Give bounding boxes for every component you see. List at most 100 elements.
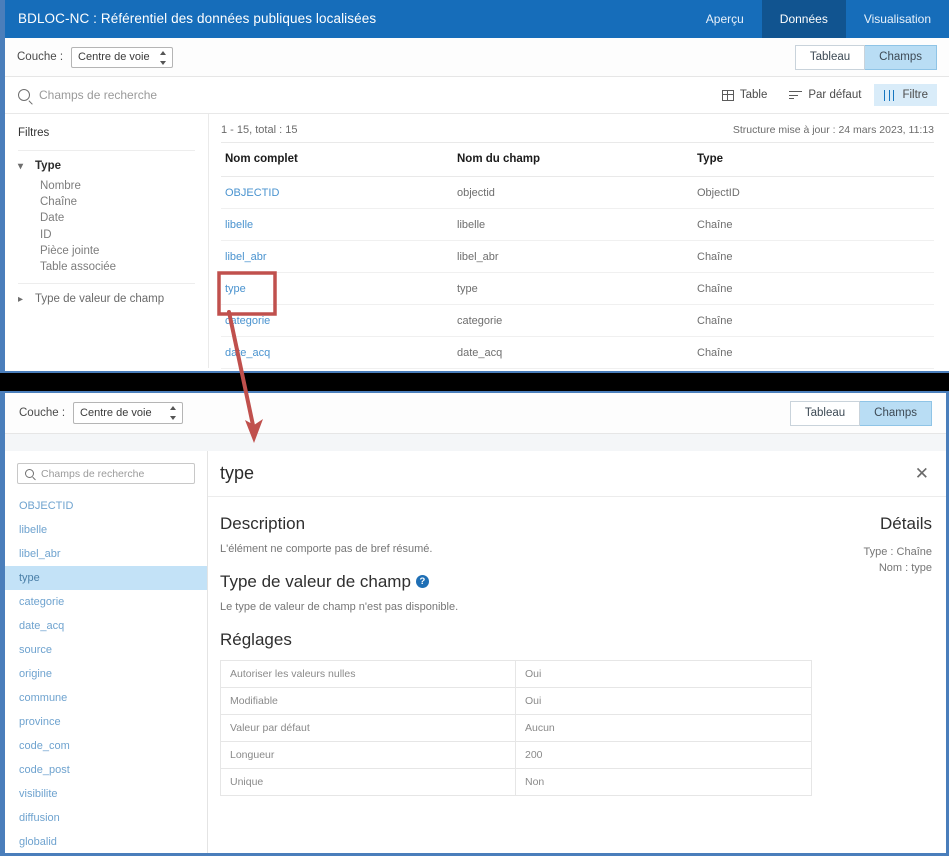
details-name-line: Nom : type <box>878 562 932 574</box>
tab-apercu[interactable]: Aperçu <box>688 0 762 38</box>
cell-type: Chaîne <box>693 272 934 305</box>
bottom-spacer <box>5 434 946 451</box>
list-item[interactable]: diffusion <box>5 806 207 830</box>
record-count: 1 - 15, total : 15 <box>221 124 298 136</box>
table-row[interactable]: libelle libelle Chaîne <box>221 208 934 241</box>
layer-select[interactable]: Centre de voie <box>71 46 174 68</box>
settings-table-body: Autoriser les valeurs nulles Oui Modifia… <box>220 660 812 796</box>
layer-select-value: Centre de voie <box>78 50 150 63</box>
cell-field-name: libelle <box>453 208 693 241</box>
fields-table-body: OBJECTID objectid ObjectID libelle libel… <box>221 176 934 369</box>
chevron-right-icon: ▸ <box>18 293 24 305</box>
table-row[interactable]: type type Chaîne <box>221 272 934 305</box>
search-input[interactable]: Champs de recherche <box>18 88 157 102</box>
field-list-panel: Champs de recherche OBJECTID libelle lib… <box>5 451 208 853</box>
filter-option-id[interactable]: ID <box>40 227 195 243</box>
list-item[interactable]: libel_abr <box>5 542 207 566</box>
structure-updated: Structure mise à jour : 24 mars 2023, 11… <box>732 124 934 136</box>
bottom-search-input[interactable]: Champs de recherche <box>17 463 195 484</box>
sort-button[interactable]: Par défaut <box>780 84 870 106</box>
cell-full-name[interactable]: date_acq <box>221 336 453 369</box>
description-heading: Description <box>220 514 306 533</box>
column-header-type[interactable]: Type <box>693 142 934 177</box>
filter-button-label: Filtre <box>902 89 928 101</box>
filter-option-nombre[interactable]: Nombre <box>40 178 195 194</box>
table-row: Valeur par défaut Aucun <box>220 714 812 742</box>
list-item[interactable]: categorie <box>5 590 207 614</box>
bottom-view-button-tableau[interactable]: Tableau <box>789 400 861 426</box>
tab-donnees[interactable]: Données <box>761 0 846 38</box>
search-icon <box>25 469 34 478</box>
bottom-layer-toolbar: Couche : Centre de voie Tableau Champs <box>5 393 946 434</box>
table-button[interactable]: Table <box>713 84 777 106</box>
fields-table-head: Nom complet Nom du champ Type <box>221 142 934 177</box>
table-header-row: Nom complet Nom du champ Type <box>221 142 934 177</box>
filter-option-table-associee[interactable]: Table associée <box>40 259 195 275</box>
table-button-label: Table <box>739 89 768 101</box>
cell-field-name: type <box>453 272 693 305</box>
list-item[interactable]: origine <box>5 662 207 686</box>
fields-table-panel: 1 - 15, total : 15 Structure mise à jour… <box>209 114 949 369</box>
tab-visualisation[interactable]: Visualisation <box>846 0 949 38</box>
view-button-tableau[interactable]: Tableau <box>794 44 866 70</box>
field-detail-panel: type ✕ Description L'élément ne comporte… <box>208 451 946 853</box>
table-row[interactable]: categorie categorie Chaîne <box>221 304 934 337</box>
filter-option-date[interactable]: Date <box>40 210 195 226</box>
cell-type: Chaîne <box>693 240 934 273</box>
cell-full-name[interactable]: type <box>221 272 453 305</box>
stepper-icon <box>169 406 176 420</box>
bottom-screenshot-panel: Couche : Centre de voie Tableau Champs C… <box>0 393 949 856</box>
search-toolbar: Champs de recherche Table Par défaut Fil… <box>5 77 949 114</box>
cell-type: ObjectID <box>693 176 934 209</box>
help-icon[interactable]: ? <box>415 575 429 588</box>
view-toggle-group: Tableau Champs <box>794 44 937 70</box>
filters-panel: Filtres ▾ Type Nombre Chaîne Date ID Piè… <box>5 114 209 368</box>
bottom-view-button-champs[interactable]: Champs <box>860 400 932 426</box>
filter-option-chaine[interactable]: Chaîne <box>40 194 195 210</box>
list-item[interactable]: date_acq <box>5 614 207 638</box>
list-item[interactable]: source <box>5 638 207 662</box>
close-icon[interactable]: ✕ <box>915 465 929 482</box>
table-icon <box>721 89 734 101</box>
bottom-layer-select-value: Centre de voie <box>80 407 152 419</box>
table-tools: Table Par défaut Filtre <box>713 84 937 106</box>
setting-value: 200 <box>515 741 812 769</box>
field-detail-side: Détails Type : Chaîne Nom : type <box>830 514 934 796</box>
table-row[interactable]: date_acq date_acq Chaîne <box>221 336 934 369</box>
filter-icon <box>883 89 896 101</box>
cell-field-name: libel_abr <box>453 240 693 273</box>
top-screenshot-panel: BDLOC-NC : Référentiel des données publi… <box>0 0 949 371</box>
bottom-view-toggle-group: Tableau Champs <box>789 400 932 426</box>
filter-button[interactable]: Filtre <box>874 84 937 106</box>
column-header-full-name[interactable]: Nom complet <box>221 142 453 177</box>
list-item-selected-type[interactable]: type <box>5 566 207 590</box>
cell-full-name[interactable]: libelle <box>221 208 453 241</box>
filter-group-type-header[interactable]: ▾ Type <box>18 160 195 172</box>
cell-field-name: categorie <box>453 304 693 337</box>
sort-icon <box>789 90 803 100</box>
filter-option-piece-jointe[interactable]: Pièce jointe <box>40 243 195 259</box>
cell-field-name: date_acq <box>453 336 693 369</box>
view-button-champs[interactable]: Champs <box>865 44 937 70</box>
list-item[interactable]: visibilite <box>5 782 207 806</box>
column-header-field-name[interactable]: Nom du champ <box>453 142 693 177</box>
list-item[interactable]: commune <box>5 686 207 710</box>
fields-table: Nom complet Nom du champ Type OBJECTID o… <box>221 142 934 369</box>
cell-full-name[interactable]: libel_abr <box>221 240 453 273</box>
table-row[interactable]: libel_abr libel_abr Chaîne <box>221 240 934 273</box>
screenshot-page: BDLOC-NC : Référentiel des données publi… <box>0 0 949 856</box>
field-value-type-text: Le type de valeur de champ n'est pas dis… <box>220 601 459 613</box>
list-item[interactable]: province <box>5 710 207 734</box>
list-item[interactable]: OBJECTID <box>5 494 207 518</box>
table-meta: 1 - 15, total : 15 Structure mise à jour… <box>221 114 934 142</box>
field-value-type-heading-text: Type de valeur de champ <box>220 572 411 591</box>
list-item[interactable]: code_com <box>5 734 207 758</box>
table-row[interactable]: OBJECTID objectid ObjectID <box>221 176 934 209</box>
filter-group-field-value-type-header[interactable]: ▸ Type de valeur de champ <box>18 293 195 305</box>
cell-full-name[interactable]: categorie <box>221 304 453 337</box>
cell-full-name[interactable]: OBJECTID <box>221 176 453 209</box>
bottom-layer-select[interactable]: Centre de voie <box>73 402 184 424</box>
list-item[interactable]: globalid <box>5 830 207 853</box>
list-item[interactable]: code_post <box>5 758 207 782</box>
list-item[interactable]: libelle <box>5 518 207 542</box>
